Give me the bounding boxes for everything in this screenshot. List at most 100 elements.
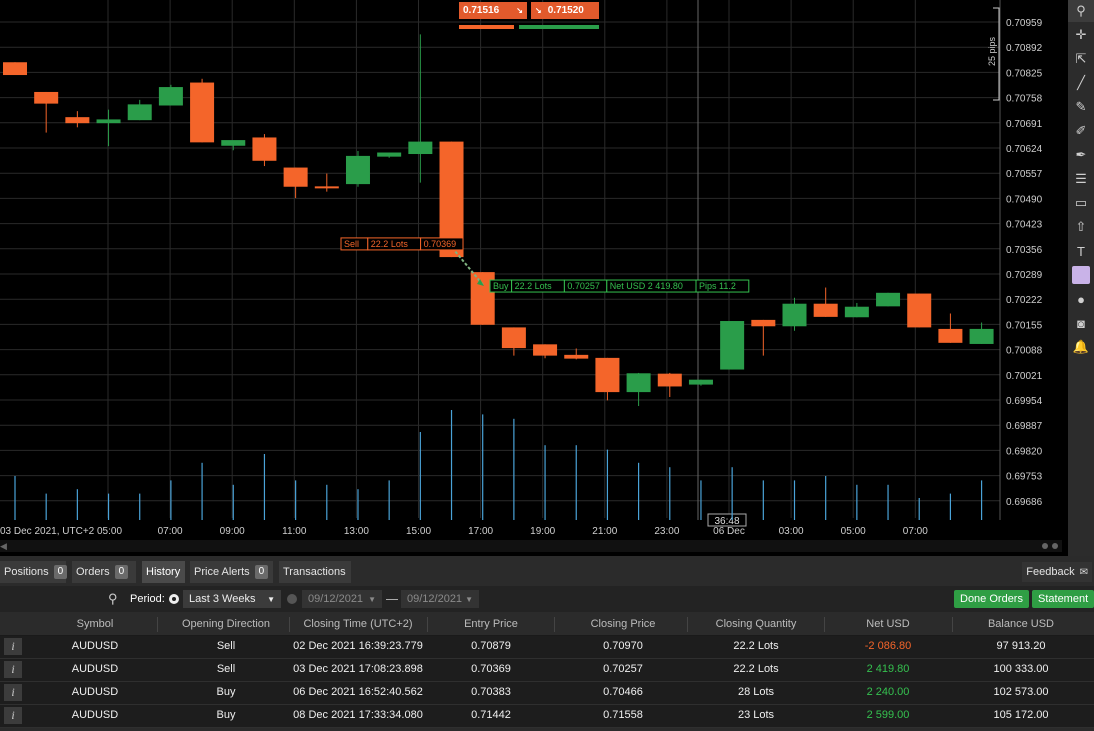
- table-row[interactable]: i AUDUSD Buy 06 Dec 2021 16:52:40.562 0.7038…: [0, 682, 1094, 705]
- candle-body: [876, 292, 901, 307]
- column-separator: [687, 617, 688, 632]
- table-row[interactable]: i AUDUSD Sell 02 Dec 2021 16:39:23.779 0.708…: [0, 636, 1094, 659]
- color-icon[interactable]: [1068, 264, 1094, 286]
- drawing-toolbar: ⚲ ✛ ⇱ ╱ ✎ ✐ ✒ ☰ ▭ ⇧ T ● ◙ 🔔: [1068, 0, 1094, 560]
- y-tick-label: 0.70356: [1006, 245, 1043, 256]
- y-tick-label: 0.70490: [1006, 194, 1043, 205]
- sell-trade-label-text: 0.70369: [424, 239, 457, 249]
- candle-body: [533, 344, 558, 356]
- y-tick-label: 0.70758: [1006, 94, 1043, 105]
- camera-icon[interactable]: ◙: [1068, 312, 1094, 334]
- candle-body: [626, 373, 651, 393]
- cell-closing: 0.70970: [603, 640, 643, 652]
- table-row[interactable]: i AUDUSD Buy 08 Dec 2021 17:33:34.080 0.7144…: [0, 705, 1094, 728]
- scroll-handle[interactable]: [1042, 543, 1048, 549]
- cell-entry: 0.70383: [471, 686, 511, 698]
- arrow-icon[interactable]: ⇧: [1068, 216, 1094, 238]
- pen-icon[interactable]: ✒: [1068, 144, 1094, 166]
- column-header[interactable]: Balance USD: [956, 618, 1086, 630]
- column-separator: [289, 617, 290, 632]
- to-date-select[interactable]: 09/12/2021 ▼: [401, 590, 479, 608]
- search-icon[interactable]: ⚲: [1068, 0, 1094, 22]
- search-icon[interactable]: ⚲: [108, 590, 118, 608]
- column-header[interactable]: Closing Time (UTC+2): [293, 618, 423, 630]
- scroll-handle-end[interactable]: [1052, 543, 1058, 549]
- cell-symbol: AUDUSD: [71, 640, 119, 652]
- scroll-left-icon[interactable]: ◀: [0, 541, 7, 552]
- candle-body: [252, 137, 277, 161]
- tab-transactions[interactable]: Transactions: [279, 561, 351, 583]
- feedback-button[interactable]: Feedback ✉: [1022, 562, 1092, 582]
- tab-history-label: History: [146, 566, 181, 578]
- column-header[interactable]: Net USD: [828, 618, 948, 630]
- column-separator: [952, 617, 953, 632]
- cell-qty: 23 Lots: [737, 709, 775, 721]
- tab-positions[interactable]: Positions 0: [0, 561, 68, 583]
- pencil-icon[interactable]: ✎: [1068, 96, 1094, 118]
- tab-price-alerts[interactable]: Price Alerts 0: [190, 561, 273, 583]
- column-header[interactable]: Opening Direction: [161, 618, 291, 630]
- feedback-label: Feedback: [1026, 566, 1075, 578]
- cell-direction: Sell: [216, 640, 236, 652]
- column-separator: [554, 617, 555, 632]
- cursor-icon[interactable]: ⇱: [1068, 48, 1094, 70]
- info-icon[interactable]: i: [4, 684, 22, 701]
- y-tick-label: 0.70088: [1006, 346, 1043, 357]
- y-tick-label: 0.70289: [1006, 270, 1043, 281]
- x-tick-label: 05:00: [841, 526, 866, 537]
- statement-button[interactable]: Statement: [1032, 590, 1094, 608]
- text-icon[interactable]: T: [1068, 240, 1094, 262]
- candle-body: [782, 303, 807, 327]
- fibonacci-icon[interactable]: ☰: [1068, 168, 1094, 190]
- chevron-down-icon: ▼: [267, 594, 275, 604]
- y-tick-label: 0.70959: [1006, 18, 1043, 29]
- cell-qty: 22.2 Lots: [733, 640, 779, 652]
- x-tick-label: 03:00: [779, 526, 804, 537]
- candle-body: [3, 62, 27, 76]
- info-icon[interactable]: i: [4, 661, 22, 678]
- from-date-select[interactable]: 09/12/2021 ▼: [302, 590, 382, 608]
- period-radio[interactable]: [169, 590, 179, 608]
- candle-body: [65, 117, 90, 124]
- info-icon[interactable]: i: [4, 638, 22, 655]
- chart-horizontal-scrollbar[interactable]: ◀: [0, 540, 1062, 552]
- cell-closing: 0.70257: [603, 663, 643, 675]
- period-select[interactable]: Last 3 Weeks ▼: [183, 590, 281, 608]
- crosshair-icon[interactable]: ✛: [1068, 24, 1094, 46]
- tab-orders[interactable]: Orders 0: [72, 561, 136, 583]
- info-icon[interactable]: i: [4, 707, 22, 724]
- ask-price-button[interactable]: ↘ 0.71520: [531, 2, 599, 19]
- column-header[interactable]: Closing Quantity: [691, 618, 821, 630]
- price-chart[interactable]: 0.70959 0.70892 0.70825 0.70758 0.70691 0.706…: [0, 0, 1062, 540]
- cell-symbol: AUDUSD: [71, 663, 119, 675]
- bid-price: 0.71516: [463, 5, 500, 16]
- cell-direction: Buy: [216, 709, 236, 721]
- rectangle-icon[interactable]: ▭: [1068, 192, 1094, 214]
- done-orders-button[interactable]: Done Orders: [954, 590, 1029, 608]
- date-range-radio[interactable]: [287, 590, 297, 608]
- cell-net: -2 086.80: [864, 640, 912, 652]
- bid-price-button[interactable]: 0.71516 ↘: [459, 2, 527, 19]
- tab-history[interactable]: History: [142, 561, 185, 583]
- table-row[interactable]: i AUDUSD Sell 03 Dec 2021 17:08:23.898 0.703…: [0, 659, 1094, 682]
- from-date-value: 09/12/2021: [308, 593, 364, 605]
- cell-qty: 28 Lots: [737, 686, 775, 698]
- cell-balance: 100 333.00: [993, 663, 1049, 675]
- cell-closing-time: 03 Dec 2021 17:08:23.898: [293, 663, 423, 675]
- column-header[interactable]: Entry Price: [431, 618, 551, 630]
- column-header[interactable]: Symbol: [25, 618, 165, 630]
- candlestick-chart-svg[interactable]: 0.70959 0.70892 0.70825 0.70758 0.70691 0.706…: [0, 0, 1062, 540]
- sell-trade-label-text: Sell: [344, 239, 359, 249]
- x-tick-label: 21:00: [592, 526, 617, 537]
- brush-icon[interactable]: ✐: [1068, 120, 1094, 142]
- bell-icon[interactable]: 🔔: [1068, 336, 1094, 358]
- period-select-value: Last 3 Weeks: [189, 593, 256, 605]
- candle-body: [345, 155, 370, 185]
- column-header[interactable]: Closing Price: [558, 618, 688, 630]
- candle-body: [907, 293, 932, 328]
- chat-icon: ✉: [1079, 566, 1088, 578]
- y-tick-label: 0.69887: [1006, 421, 1043, 432]
- eraser-icon[interactable]: ●: [1068, 288, 1094, 310]
- line-icon[interactable]: ╱: [1068, 72, 1094, 94]
- candle-body: [34, 91, 59, 104]
